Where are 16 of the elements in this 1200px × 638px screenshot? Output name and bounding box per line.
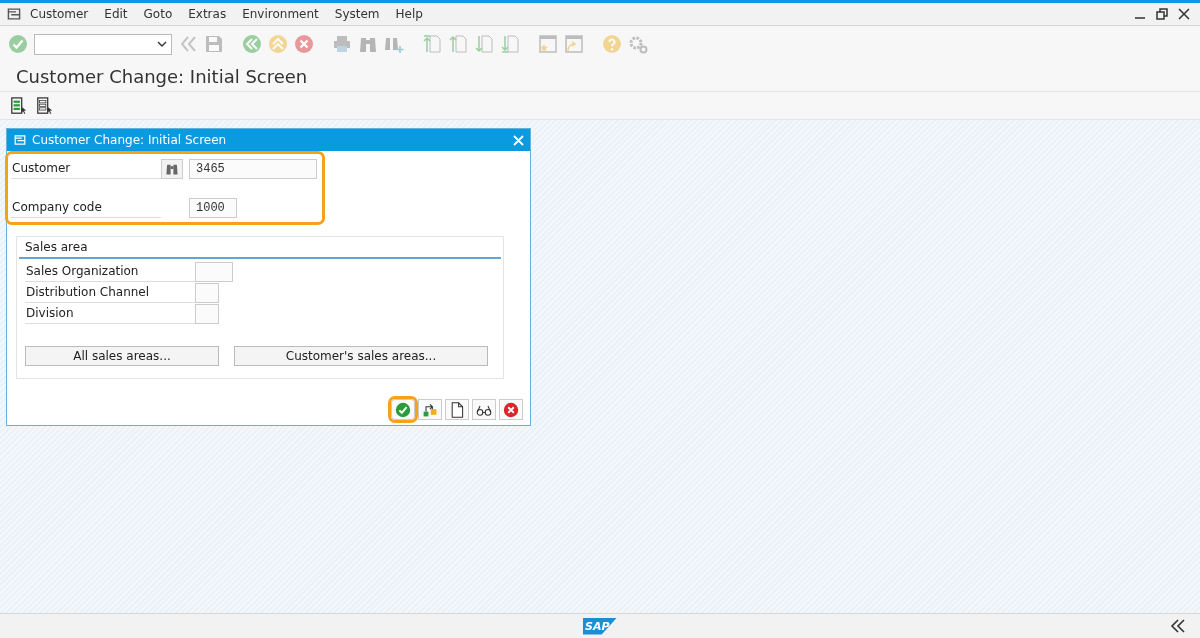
menu-item[interactable]: Edit bbox=[96, 5, 136, 23]
input-field[interactable]: 3465 bbox=[189, 158, 317, 179]
group-title: Sales area bbox=[19, 237, 501, 259]
sales-areas-button[interactable]: All sales areas... bbox=[25, 346, 219, 366]
menu-item[interactable]: Extras bbox=[180, 5, 235, 23]
screen-title: Customer Change: Initial Screen bbox=[0, 62, 1200, 92]
menu-item[interactable]: Goto bbox=[135, 5, 181, 23]
logo: SAP bbox=[583, 617, 617, 635]
input-field[interactable]: 1000 bbox=[189, 197, 237, 218]
menu-item[interactable]: System bbox=[326, 5, 388, 23]
menu-item[interactable]: Environment bbox=[234, 5, 327, 23]
sales-areas-button[interactable]: Customer's sales areas... bbox=[234, 346, 488, 366]
menu-item[interactable]: Help bbox=[387, 5, 431, 23]
field-label: Company code bbox=[11, 197, 161, 218]
menu-item[interactable]: Customer bbox=[22, 5, 97, 23]
dialog-title: Customer Change: Initial Screen bbox=[32, 132, 227, 149]
